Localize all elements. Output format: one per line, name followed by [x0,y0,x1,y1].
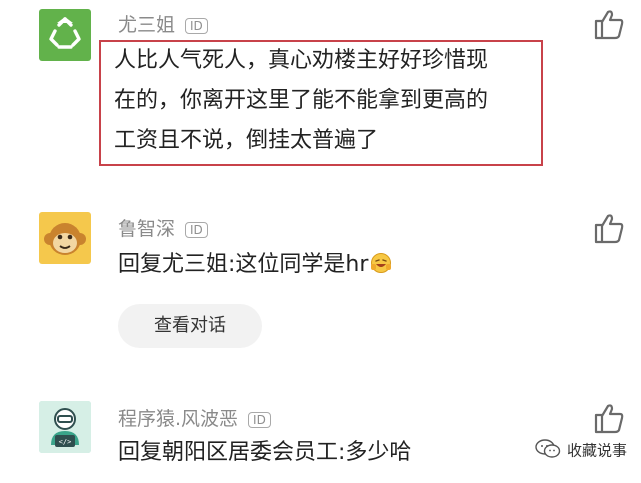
thumbs-up-icon[interactable] [592,212,626,244]
comment-item: </> 程序猿.风波恶 ID 回复朝阳区居委会员工:多少哈 [0,392,641,483]
watermark-text: 收藏说事 [566,441,627,460]
svg-text:</>: </> [59,438,72,446]
comment-author[interactable]: 程序猿.风波恶 ID [118,404,271,431]
watermark: 收藏说事 [535,439,627,463]
avatar[interactable] [39,9,91,61]
comment-text-line: 工资且不说，倒挂太普遍了 [114,128,379,153]
reply-content: 回复朝阳区居委会员工:多少哈 [118,440,412,465]
thumbs-up-icon[interactable] [592,402,626,434]
wechat-logo-icon [535,439,561,463]
comment-author[interactable]: 鲁智深 ID [118,214,208,241]
avatar[interactable]: </> [39,401,91,453]
avatar[interactable] [39,212,91,264]
author-name: 鲁智深 [118,218,176,240]
comment-text: 人比人气死人，真心劝楼主好好珍惜现 在的，你离开这里了能不能拿到更高的 工资且不… [114,44,488,157]
monkey-face-icon [44,223,86,255]
id-badge: ID [185,17,208,34]
comment-author[interactable]: 尤三姐 ID [118,10,208,37]
reply-text: 回复朝阳区居委会员工:多少哈 [118,436,411,469]
comment-item: 尤三姐 ID 人比人气死人，真心劝楼主好好珍惜现 在的，你离开这里了能不能拿到更高… [0,0,641,190]
laughing-emoji-icon [370,251,392,284]
comment-text-line: 在的，你离开这里了能不能拿到更高的 [114,88,489,113]
comment-text-line: 人比人气死人，真心劝楼主好好珍惜现 [114,48,489,73]
author-name: 程序猿.风波恶 [118,408,239,430]
author-name: 尤三姐 [118,14,176,36]
reply-text: 回复尤三姐:这位同学是hr [118,248,392,284]
reply-content: 回复尤三姐:这位同学是hr [118,252,369,277]
view-conversation-button[interactable]: 查看对话 [118,304,262,348]
programmer-code-icon: </> [39,401,91,453]
id-badge: ID [185,221,208,238]
recycle-icon [49,17,81,49]
thumbs-up-icon[interactable] [592,8,626,40]
id-badge: ID [248,411,271,428]
comment-item: 鲁智深 ID 回复尤三姐:这位同学是hr 查看对话 [0,200,641,365]
